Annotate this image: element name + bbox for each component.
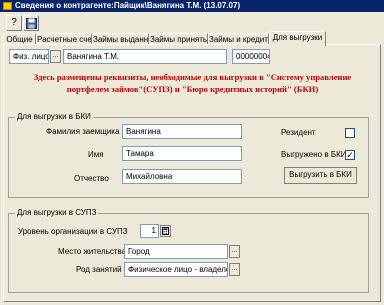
help-button[interactable]: ? (6, 15, 22, 31)
code-field[interactable]: 00000004 (232, 49, 270, 64)
floppy-icon (25, 18, 37, 29)
bki-group-legend: Для выгрузки в БКИ (15, 112, 93, 122)
level-calc-button[interactable] (160, 225, 171, 237)
patronymic-field[interactable]: Михайловна (122, 169, 242, 184)
tab-strip: Общие Расчетные счета Займы выданные Зай… (3, 31, 381, 46)
toolbar: ? (0, 12, 384, 32)
first-name-field[interactable]: Тамара (122, 146, 242, 161)
resident-checkbox[interactable] (345, 128, 355, 138)
title-bar[interactable]: Сведения о контрагенте:Пайщик\Ванягина Т… (0, 0, 384, 12)
calculator-icon (162, 227, 169, 235)
patronymic-label: Отчество (74, 174, 109, 183)
export-bki-button[interactable]: Выгрузить в БКИ (284, 167, 357, 184)
type-select-button[interactable]: ... (50, 50, 61, 63)
surname-label: Фамилия заемщика (46, 127, 120, 136)
app-icon (3, 2, 12, 10)
resident-label: Резидент (281, 128, 316, 137)
residence-label: Место жительства (58, 247, 127, 256)
save-button[interactable] (23, 15, 39, 31)
residence-select-button[interactable]: ... (229, 245, 240, 258)
occupation-label: Род занятий (76, 265, 122, 274)
window-title: Сведения о контрагенте:Пайщик\Ванягина Т… (15, 1, 241, 10)
surname-field[interactable]: Ванягина (122, 124, 242, 139)
level-field[interactable]: 1 (140, 224, 159, 238)
tab-export[interactable]: Для выгрузки (269, 31, 326, 46)
name-field[interactable]: Ванягина Т.М. (63, 49, 227, 64)
exported-label: Выгружено в БКИ (281, 150, 347, 159)
info-text: Здесь размещены реквизиты, необходимые д… (33, 72, 352, 94)
first-name-label: Имя (88, 150, 104, 159)
occupation-select-button[interactable]: ... (229, 263, 240, 276)
level-label: Уровень организации в СУПЗ (18, 227, 128, 236)
residence-field[interactable]: Город (124, 244, 228, 259)
exported-checkbox[interactable]: ✓ (345, 150, 355, 160)
occupation-field[interactable]: Физическое лицо - владелец (124, 262, 228, 277)
supz-group-legend: Для выгрузки в СУПЗ (15, 208, 99, 218)
type-field[interactable]: Физ. лицо (9, 49, 49, 64)
